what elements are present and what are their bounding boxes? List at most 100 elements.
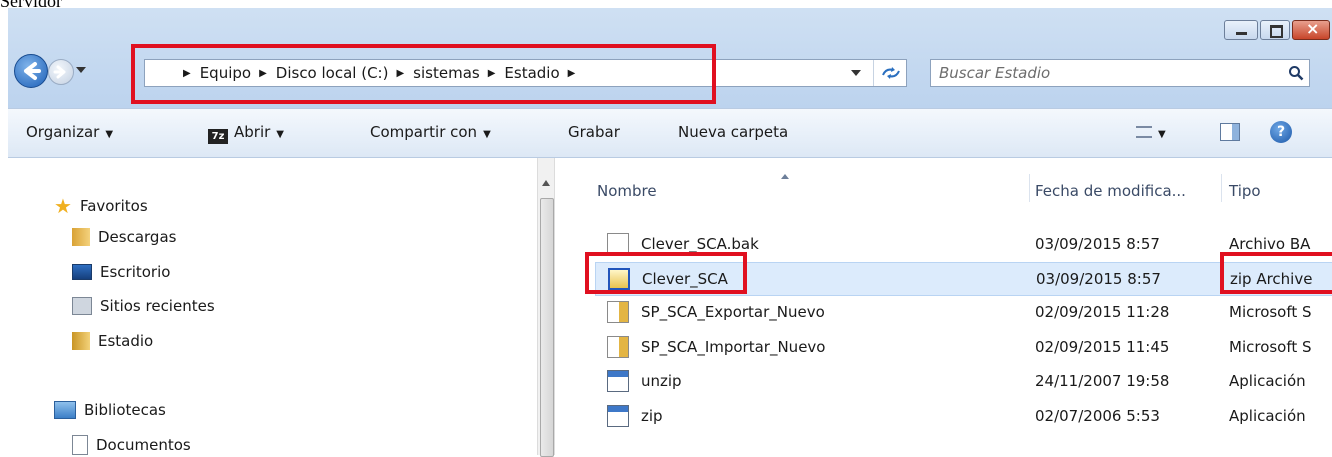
breadcrumb-separator-icon[interactable]: ▶: [259, 68, 267, 79]
breadcrumb-disco-local[interactable]: Disco local (C:): [276, 64, 389, 82]
breadcrumb-separator-icon[interactable]: ▶: [396, 68, 404, 79]
scrollbar-thumb[interactable]: [540, 198, 554, 457]
nav-libraries[interactable]: Bibliotecas: [54, 401, 166, 419]
file-name: unzip: [641, 372, 682, 390]
burn-button[interactable]: Grabar: [568, 123, 620, 141]
preview-pane-button[interactable]: [1220, 123, 1240, 141]
breadcrumb-equipo[interactable]: Equipo: [200, 64, 251, 82]
chevron-down-icon: ▼: [1158, 129, 1166, 140]
nav-item-label: Descargas: [98, 228, 177, 246]
nav-favorites[interactable]: ★ Favoritos: [54, 194, 148, 218]
scroll-up-icon[interactable]: [542, 180, 550, 186]
breadcrumb-separator-icon[interactable]: ▶: [568, 68, 576, 79]
recent-pages-dropdown-icon[interactable]: [76, 67, 86, 73]
view-options-button[interactable]: ▼: [1136, 123, 1166, 141]
burn-label: Grabar: [568, 123, 620, 141]
details-view-icon: [1136, 126, 1152, 138]
search-input[interactable]: Buscar Estadio: [930, 59, 1310, 87]
new-folder-button[interactable]: Nueva carpeta: [678, 123, 788, 141]
star-icon: ★: [54, 194, 72, 218]
nav-item-label: Estadio: [98, 332, 154, 350]
breadcrumb-separator-icon[interactable]: ▶: [488, 68, 496, 79]
close-icon: ×: [1306, 19, 1320, 38]
sql-script-icon: [607, 336, 629, 358]
7zip-icon: 7z: [208, 129, 228, 144]
file-type: Microsoft S: [1229, 338, 1312, 356]
file-row[interactable]: SP_SCA_Exportar_Nuevo 02/09/2015 11:28 Mic…: [595, 296, 1332, 330]
nav-item-sitios-recientes[interactable]: Sitios recientes: [72, 297, 215, 315]
file-row[interactable]: SP_SCA_Importar_Nuevo 02/09/2015 11:45 Mic…: [595, 331, 1332, 365]
address-history-dropdown-icon[interactable]: [851, 70, 861, 76]
column-header-name[interactable]: Nombre: [597, 182, 657, 200]
file-name: SP_SCA_Exportar_Nuevo: [641, 303, 825, 321]
open-button[interactable]: 7z Abrir ▼: [208, 123, 284, 144]
maximize-icon: [1270, 25, 1283, 38]
documents-icon: [72, 435, 88, 455]
nav-libraries-label: Bibliotecas: [84, 401, 166, 419]
close-button[interactable]: ×: [1292, 19, 1330, 40]
nav-item-estadio[interactable]: Estadio: [72, 332, 153, 350]
organize-button[interactable]: Organizar ▼: [26, 123, 113, 141]
forward-button[interactable]: [48, 59, 74, 85]
file-row[interactable]: unzip 24/11/2007 19:58 Aplicación: [595, 365, 1332, 399]
nav-item-label: Sitios recientes: [100, 297, 215, 315]
minimize-button[interactable]: [1224, 20, 1258, 40]
file-date: 24/11/2007 19:58: [1035, 372, 1170, 390]
file-type: Archivo BA: [1229, 235, 1311, 253]
organize-label: Organizar: [26, 123, 100, 141]
file-name: zip: [641, 407, 663, 425]
address-bar[interactable]: ▶ Equipo ▶ Disco local (C:) ▶ sistemas ▶…: [144, 59, 907, 87]
nav-item-documentos[interactable]: Documentos: [72, 435, 191, 455]
column-divider[interactable]: [1029, 174, 1030, 202]
file-date: 03/09/2015 8:57: [1036, 270, 1161, 288]
file-list: Nombre Fecha de modifica... Tipo Clever_…: [555, 158, 1332, 455]
navigation-pane: ★ Favoritos Descargas Escritorio Sitios r…: [8, 158, 555, 455]
file-type: Microsoft S: [1229, 303, 1312, 321]
chevron-down-icon: ▼: [276, 129, 284, 140]
file-date: 02/07/2006 5:53: [1035, 407, 1160, 425]
breadcrumb-estadio[interactable]: Estadio: [504, 64, 559, 82]
share-button[interactable]: Compartir con ▼: [370, 123, 491, 141]
title-and-address-bar: × ▶ Equipo ▶ Disco local (C:) ▶ sistemas…: [8, 8, 1332, 108]
breadcrumb-separator-icon[interactable]: ▶: [183, 68, 191, 79]
file-row[interactable]: Clever_SCA 03/09/2015 8:57 zip Archive: [595, 262, 1332, 296]
minimize-icon: [1236, 32, 1247, 35]
file-date: 02/09/2015 11:28: [1035, 303, 1170, 321]
help-button[interactable]: ?: [1270, 121, 1292, 143]
zip-archive-icon: [608, 268, 630, 290]
nav-item-label: Documentos: [96, 436, 191, 454]
nav-item-escritorio[interactable]: Escritorio: [72, 263, 170, 281]
file-date: 03/09/2015 8:57: [1035, 235, 1160, 253]
column-divider[interactable]: [1221, 174, 1222, 202]
share-label: Compartir con: [370, 123, 478, 141]
file-row[interactable]: Clever_SCA.bak 03/09/2015 8:57 Archivo BA: [595, 228, 1332, 262]
nav-item-descargas[interactable]: Descargas: [72, 228, 176, 246]
file-name: Clever_SCA: [642, 270, 728, 288]
arrow-right-icon: [53, 65, 66, 79]
chevron-down-icon: ▼: [105, 129, 114, 140]
file-name: Clever_SCA.bak: [641, 235, 759, 253]
back-button[interactable]: [14, 54, 48, 88]
new-folder-label: Nueva carpeta: [678, 123, 789, 141]
column-header-type[interactable]: Tipo: [1229, 182, 1261, 200]
libraries-icon: [54, 401, 76, 419]
sort-ascending-icon: [781, 174, 789, 179]
maximize-button[interactable]: [1260, 20, 1290, 40]
file-row[interactable]: zip 02/07/2006 5:53 Aplicación: [595, 400, 1332, 434]
application-icon: [607, 370, 629, 392]
help-icon: ?: [1276, 124, 1286, 140]
file-date: 02/09/2015 11:45: [1035, 338, 1170, 356]
column-header-date[interactable]: Fecha de modifica...: [1035, 182, 1186, 200]
navigation-scrollbar[interactable]: [537, 158, 555, 457]
command-bar: Organizar ▼ 7z Abrir ▼ Compartir con ▼ Graba…: [8, 108, 1332, 158]
explorer-window: × ▶ Equipo ▶ Disco local (C:) ▶ sistemas…: [8, 8, 1332, 457]
file-type: zip Archive: [1230, 270, 1313, 288]
downloads-folder-icon: [72, 228, 90, 246]
breadcrumb-sistemas[interactable]: sistemas: [413, 64, 480, 82]
file-type: Aplicación: [1229, 372, 1306, 390]
search-icon[interactable]: [1288, 65, 1304, 81]
sql-script-icon: [607, 301, 629, 323]
refresh-button[interactable]: [873, 60, 907, 86]
folder-icon: [72, 332, 90, 350]
chevron-down-icon: ▼: [483, 129, 491, 140]
